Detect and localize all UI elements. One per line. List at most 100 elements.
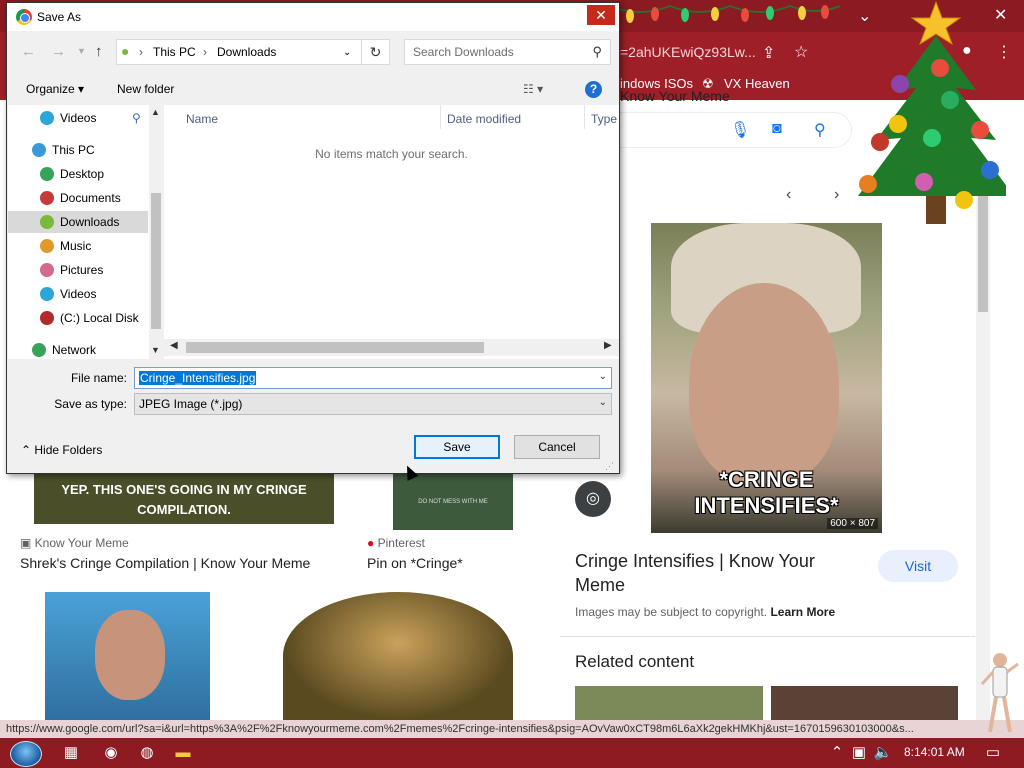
- cancel-button[interactable]: Cancel: [514, 435, 600, 459]
- save-as-type-select[interactable]: JPEG Image (*.jpg) ⌄: [134, 393, 612, 415]
- panel-scrollbar[interactable]: [976, 180, 990, 720]
- refresh-button[interactable]: ↻: [362, 39, 390, 65]
- chevron-up-icon: ⌃: [21, 443, 35, 457]
- result-thumbnail[interactable]: DO NOT MESS WITH ME: [393, 474, 513, 530]
- organize-button[interactable]: Organize ▾: [26, 82, 84, 96]
- preview-image[interactable]: *CRINGE INTENSIFIES* 600 × 807: [651, 223, 882, 533]
- forward-arrow-icon[interactable]: →: [51, 43, 66, 60]
- help-icon[interactable]: ?: [585, 81, 602, 98]
- notifications-icon[interactable]: ▭: [982, 743, 1004, 763]
- chevron-left-icon[interactable]: ‹: [786, 186, 791, 204]
- search-field[interactable]: Search Downloads ⚲: [404, 39, 611, 65]
- scroll-down-icon[interactable]: ▼: [151, 345, 160, 355]
- result-thumbnail[interactable]: [283, 592, 513, 720]
- start-button[interactable]: [10, 741, 42, 767]
- image-face: [689, 283, 839, 483]
- scrollbar-thumb[interactable]: [186, 342, 484, 353]
- chrome-taskbar-icon[interactable]: ◉: [100, 743, 122, 763]
- desktop-icon: [40, 167, 54, 181]
- scroll-up-icon[interactable]: ▲: [151, 107, 160, 117]
- hide-folders-toggle[interactable]: ⌃ Hide Folders: [21, 443, 102, 457]
- image-caption: *CRINGE INTENSIFIES*: [694, 467, 839, 518]
- url-text[interactable]: =2ahUKEwiQz93Lw...: [620, 44, 756, 60]
- dialog-toolbar: Organize ▾ New folder ☷ ▾ ?: [7, 75, 619, 105]
- save-as-type-value: JPEG Image (*.jpg): [139, 397, 243, 411]
- scroll-right-icon[interactable]: ▶: [604, 340, 612, 351]
- nav-item-downloads[interactable]: Downloads: [8, 211, 148, 233]
- search-icon[interactable]: ⚲: [814, 120, 826, 140]
- nav-item-this-pc[interactable]: This PC: [8, 139, 148, 161]
- column-type[interactable]: Type: [591, 112, 617, 126]
- result-source[interactable]: ● Pinterest: [367, 536, 425, 550]
- navigation-row: ← → ▼ ↑ ● › This PC › Downloads ⌄ ↻ Sear…: [7, 35, 619, 69]
- navigation-scrollbar[interactable]: ▲ ▼: [149, 105, 163, 359]
- nav-item-documents[interactable]: Documents: [8, 187, 148, 209]
- preview-title[interactable]: Cringe Intensifies | Know Your Meme: [575, 549, 855, 597]
- learn-more-link[interactable]: Learn More: [770, 605, 835, 619]
- nav-item-music[interactable]: Music: [8, 235, 148, 257]
- file-list: Name Date modified Type No items match y…: [164, 105, 619, 359]
- nav-item-videos-pinned[interactable]: Videos ⚲: [8, 107, 148, 129]
- pinterest-icon: ●: [367, 536, 378, 550]
- image-dimensions: 600 × 807: [827, 518, 878, 529]
- result-title[interactable]: Shrek's Cringe Compilation | Know Your M…: [20, 555, 310, 571]
- nav-item-videos[interactable]: Videos: [8, 283, 148, 305]
- nav-item-desktop[interactable]: Desktop: [8, 163, 148, 185]
- recent-locations-icon[interactable]: ▼: [77, 46, 86, 56]
- thumbnail-caption: DO NOT MESS WITH ME: [418, 499, 488, 505]
- save-button[interactable]: Save: [414, 435, 500, 459]
- file-list-scrollbar[interactable]: ◀ ▶: [164, 339, 619, 356]
- column-name[interactable]: Name: [186, 112, 218, 126]
- column-date-modified[interactable]: Date modified: [447, 112, 521, 126]
- result-thumbnail[interactable]: [45, 592, 210, 720]
- scroll-left-icon[interactable]: ◀: [170, 340, 178, 351]
- column-separator: [584, 105, 585, 129]
- result-source[interactable]: ▣ Know Your Meme: [20, 536, 129, 550]
- visit-button[interactable]: Visit: [878, 550, 958, 582]
- copyright-note: Images may be subject to copyright. Lear…: [575, 605, 836, 619]
- breadcrumb-downloads[interactable]: Downloads: [217, 45, 276, 59]
- related-thumbnail[interactable]: [575, 686, 763, 720]
- chevron-up-icon[interactable]: ⌃: [826, 743, 848, 763]
- up-arrow-icon[interactable]: ↑: [95, 43, 103, 60]
- this-pc-icon: [32, 143, 46, 157]
- firefox-taskbar-icon[interactable]: ◍: [136, 743, 158, 763]
- nav-item-network[interactable]: Network: [8, 339, 148, 359]
- share-icon[interactable]: ⇪: [762, 43, 775, 63]
- result-title[interactable]: Pin on *Cringe*: [367, 555, 463, 571]
- bookmark-vx-heaven[interactable]: VX Heaven: [724, 76, 790, 91]
- file-name-input[interactable]: Cringe_Intensifies.jpg ⌄: [134, 367, 612, 389]
- new-folder-button[interactable]: New folder: [117, 82, 174, 96]
- breadcrumb-this-pc[interactable]: This PC: [153, 45, 196, 59]
- volume-icon[interactable]: 🔈: [872, 743, 894, 763]
- dialog-titlebar[interactable]: Save As ✕: [7, 3, 619, 31]
- breadcrumb-separator: ›: [203, 45, 207, 59]
- lens-search-button[interactable]: ◎: [575, 481, 611, 517]
- status-url: https://www.google.com/url?sa=i&url=http…: [0, 720, 1024, 738]
- star-icon[interactable]: ☆: [794, 42, 808, 62]
- panel-source[interactable]: Know Your Meme: [620, 88, 730, 104]
- taskbar: ▦ ◉ ◍ ▬ ⌃ ▣ 🔈 ▭: [0, 738, 1024, 768]
- chevron-down-icon[interactable]: ⌄: [343, 47, 351, 58]
- back-arrow-icon[interactable]: ←: [21, 43, 36, 60]
- lens-icon[interactable]: ◙: [772, 120, 782, 138]
- microphone-icon[interactable]: 🎙: [730, 120, 750, 140]
- thumbnail-face: [95, 610, 165, 700]
- related-thumbnail[interactable]: [771, 686, 958, 720]
- view-options-icon[interactable]: ☷ ▾: [523, 82, 543, 96]
- nav-item-pictures[interactable]: Pictures: [8, 259, 148, 281]
- scrollbar-thumb[interactable]: [151, 193, 161, 329]
- chevron-down-icon[interactable]: ⌄: [599, 397, 607, 408]
- chevron-down-icon[interactable]: ⌄: [599, 371, 607, 382]
- taskbar-clock[interactable]: 8:14:01 AM: [904, 745, 965, 759]
- file-explorer-icon[interactable]: ▬: [172, 743, 194, 763]
- resize-grip-icon[interactable]: ⋰: [605, 461, 614, 472]
- downloads-icon: [40, 215, 54, 229]
- network-icon[interactable]: ▣: [848, 743, 870, 763]
- breadcrumb[interactable]: ● › This PC › Downloads ⌄: [116, 39, 362, 65]
- close-button[interactable]: ✕: [587, 5, 615, 25]
- chevron-right-icon[interactable]: ›: [834, 186, 839, 204]
- task-view-icon[interactable]: ▦: [60, 743, 82, 763]
- nav-item-local-disk[interactable]: (C:) Local Disk: [8, 307, 148, 329]
- result-thumbnail[interactable]: YEP. THIS ONE'S GOING IN MY CRINGE COMPI…: [34, 474, 334, 524]
